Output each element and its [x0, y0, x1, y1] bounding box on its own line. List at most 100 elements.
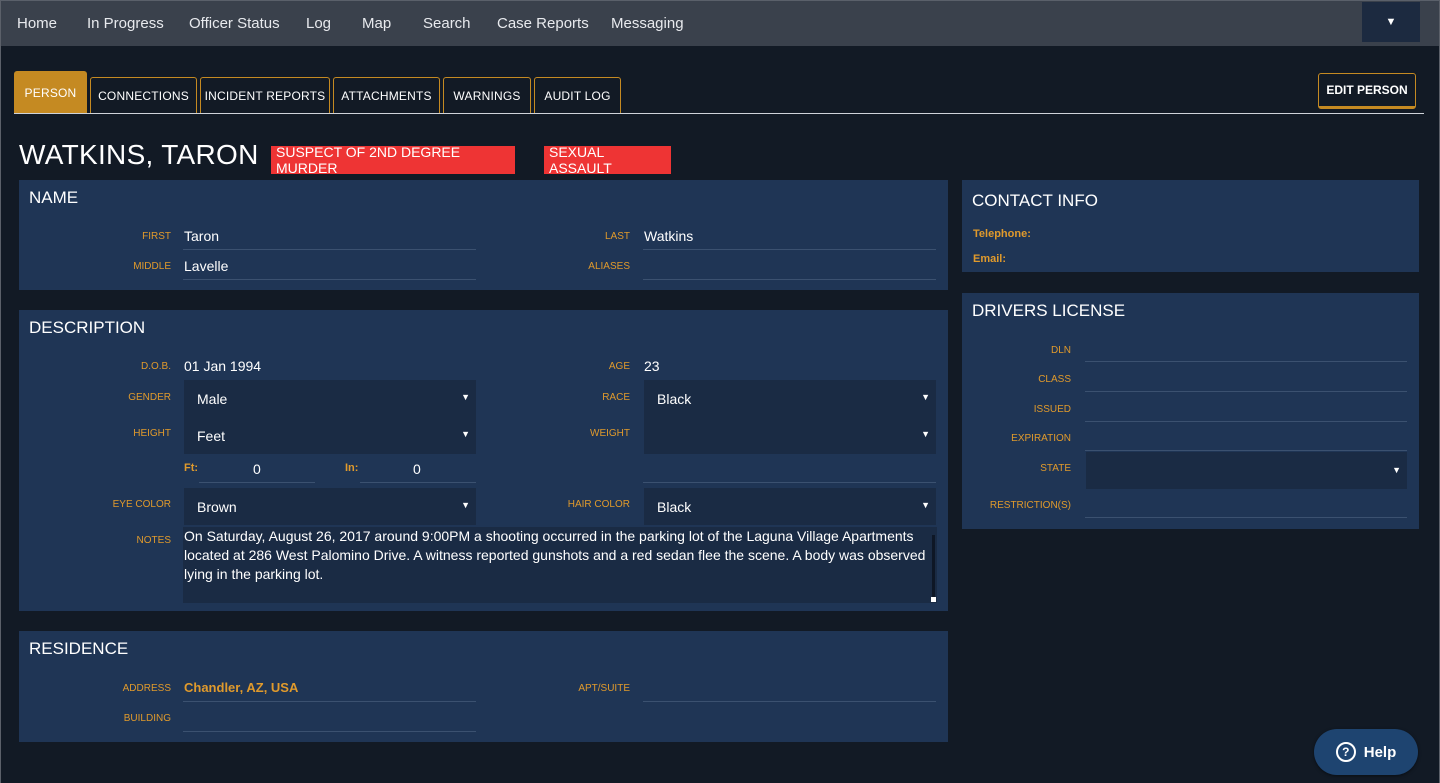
inches-label: In: — [345, 462, 359, 474]
tab-divider — [14, 113, 1424, 114]
gender-label: GENDER — [128, 392, 171, 403]
help-label: Help — [1363, 743, 1397, 761]
state-label: STATE — [1040, 463, 1071, 474]
user-menu-dropdown-button[interactable]: ▼ — [1362, 2, 1420, 42]
address-link[interactable]: Chandler, AZ, USA — [184, 680, 298, 695]
last-name-label: LAST — [604, 231, 630, 242]
middle-name-underline — [183, 279, 476, 280]
feet-label: Ft: — [184, 462, 199, 474]
window-left-edge — [0, 0, 1, 783]
nav-map[interactable]: Map — [362, 15, 391, 32]
race-selected-value: Black — [657, 390, 692, 407]
address-underline — [183, 701, 476, 702]
description-panel-title: DESCRIPTION — [29, 318, 146, 337]
name-panel: NAME FIRST Taron LAST Watkins MIDDLE Lav… — [19, 180, 948, 290]
feet-input[interactable]: 0 — [253, 461, 261, 477]
race-label: RACE — [602, 392, 630, 403]
eye-color-label: EYE COLOR — [112, 499, 171, 510]
caret-down-icon: ▼ — [921, 392, 930, 402]
caret-down-icon: ▼ — [1385, 16, 1397, 28]
gender-selected-value: Male — [197, 390, 228, 407]
first-name-value[interactable]: Taron — [184, 228, 219, 244]
issued-label: ISSUED — [1033, 404, 1071, 415]
nav-in-progress[interactable]: In Progress — [87, 15, 164, 32]
notes-text: On Saturday, August 26, 2017 around 9:00… — [184, 528, 926, 582]
hair-color-selected-value: Black — [657, 498, 692, 515]
inches-underline — [360, 482, 476, 483]
warning-badge-murder: SUSPECT OF 2ND DEGREE MURDER — [271, 144, 515, 176]
age-label: AGE — [608, 361, 630, 372]
dln-input[interactable] — [1085, 361, 1407, 362]
tab-person[interactable]: PERSON — [14, 71, 87, 114]
tab-attachments[interactable]: ATTACHMENTS — [333, 77, 440, 114]
restrictions-label: RESTRICTION(S) — [989, 500, 1071, 511]
building-underline — [183, 731, 476, 732]
caret-down-icon: ▼ — [1392, 465, 1401, 475]
hair-color-label: HAIR COLOR — [567, 499, 630, 510]
nav-case-reports[interactable]: Case Reports — [497, 15, 589, 32]
aliases-label: ALIASES — [588, 261, 630, 272]
tab-audit-log[interactable]: AUDIT LOG — [534, 77, 621, 114]
last-name-underline — [643, 249, 936, 250]
height-label: HEIGHT — [133, 428, 171, 439]
class-input[interactable] — [1085, 391, 1407, 392]
height-unit-selected-value: Feet — [197, 427, 226, 444]
age-value: 23 — [644, 358, 660, 374]
nav-messaging[interactable]: Messaging — [611, 15, 684, 32]
class-label: CLASS — [1038, 374, 1071, 385]
apt-suite-underline — [643, 701, 936, 702]
name-panel-title: NAME — [29, 188, 79, 207]
eye-color-selected-value: Brown — [197, 498, 237, 515]
drivers-license-panel: DRIVERS LICENSE DLN CLASS ISSUED EXPIRAT… — [962, 293, 1419, 529]
caret-down-icon: ▼ — [461, 392, 470, 402]
gender-select[interactable]: Male ▼ — [184, 380, 476, 417]
address-label: ADDRESS — [122, 683, 171, 694]
notes-textarea[interactable]: On Saturday, August 26, 2017 around 9:00… — [183, 527, 937, 603]
weight-select[interactable]: ▼ — [644, 417, 936, 454]
caret-down-icon: ▼ — [921, 429, 930, 439]
telephone-label: Telephone: — [973, 228, 1031, 240]
apt-suite-label: APT/SUITE — [578, 683, 630, 694]
caret-down-icon: ▼ — [921, 500, 930, 510]
middle-name-value[interactable]: Lavelle — [184, 258, 228, 274]
warning-badge-assault: SEXUAL ASSAULT — [544, 144, 671, 176]
question-circle-icon: ? — [1335, 742, 1356, 762]
feet-underline — [199, 482, 315, 483]
nav-log[interactable]: Log — [306, 15, 331, 32]
height-unit-select[interactable]: Feet ▼ — [184, 417, 476, 454]
description-panel: DESCRIPTION D.O.B. 01 Jan 1994 AGE 23 GE… — [19, 310, 948, 611]
residence-panel: RESIDENCE ADDRESS Chandler, AZ, USA APT/… — [19, 631, 948, 742]
tab-connections[interactable]: CONNECTIONS — [90, 77, 197, 114]
notes-resize-handle[interactable] — [931, 597, 936, 602]
eye-color-select[interactable]: Brown ▼ — [184, 488, 476, 525]
issued-input[interactable] — [1085, 421, 1407, 422]
building-label: BUILDING — [123, 713, 171, 724]
nav-home[interactable]: Home — [17, 15, 57, 32]
tab-warnings[interactable]: WARNINGS — [443, 77, 531, 114]
edit-person-button[interactable]: EDIT PERSON — [1318, 73, 1416, 109]
nav-officer-status[interactable]: Officer Status — [189, 15, 280, 32]
inches-input[interactable]: 0 — [413, 461, 421, 477]
drivers-license-title: DRIVERS LICENSE — [972, 301, 1126, 320]
caret-down-icon: ▼ — [461, 429, 470, 439]
weight-extra-underline — [643, 482, 936, 483]
last-name-value[interactable]: Watkins — [644, 228, 693, 244]
dob-value[interactable]: 01 Jan 1994 — [184, 358, 261, 374]
restrictions-input[interactable] — [1085, 517, 1407, 518]
race-select[interactable]: Black ▼ — [644, 380, 936, 417]
residence-panel-title: RESIDENCE — [29, 639, 129, 658]
dln-label: DLN — [1050, 345, 1071, 356]
help-button[interactable]: ? Help — [1314, 729, 1418, 775]
expiration-input[interactable] — [1085, 450, 1407, 451]
expiration-label: EXPIRATION — [1011, 433, 1071, 444]
state-select[interactable]: ▼ — [1086, 452, 1407, 489]
nav-search[interactable]: Search — [423, 15, 471, 32]
person-name-heading: WATKINS, TARON — [19, 139, 259, 170]
caret-down-icon: ▼ — [461, 500, 470, 510]
first-name-underline — [183, 249, 476, 250]
email-label: Email: — [973, 253, 1007, 265]
hair-color-select[interactable]: Black ▼ — [644, 488, 936, 525]
notes-scrollbar[interactable] — [932, 535, 935, 597]
dob-label: D.O.B. — [140, 361, 171, 372]
tab-incident-reports[interactable]: INCIDENT REPORTS — [200, 77, 330, 114]
